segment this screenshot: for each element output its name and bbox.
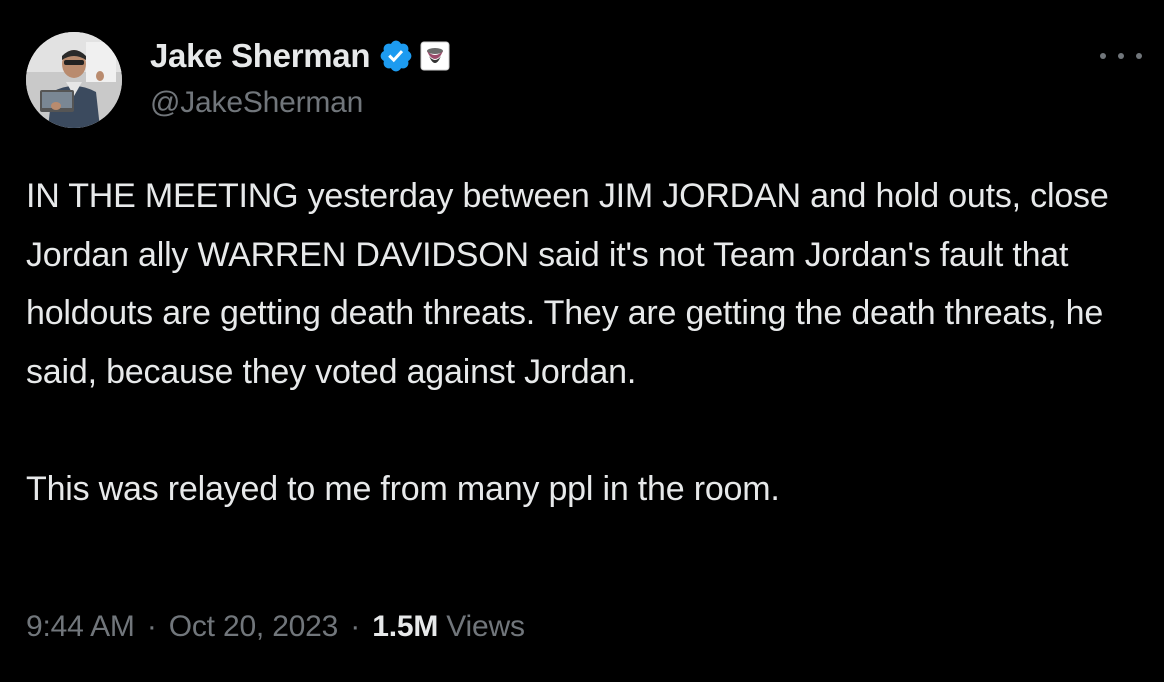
tweet-card: Jake Sherman @JakeSherman IN THE MEETING…	[0, 0, 1164, 682]
more-options-button[interactable]	[1100, 44, 1142, 68]
tweet-meta: 9:44 AM · Oct 20, 2023 · 1.5M Views	[26, 610, 525, 644]
affiliate-logo-icon[interactable]	[420, 41, 450, 71]
more-dot-icon	[1100, 53, 1106, 59]
tweet-header: Jake Sherman @JakeSherman	[150, 36, 450, 120]
name-row: Jake Sherman	[150, 36, 450, 76]
author-handle[interactable]: @JakeSherman	[150, 86, 450, 120]
more-dot-icon	[1136, 53, 1142, 59]
more-dot-icon	[1118, 53, 1124, 59]
tweet-text: IN THE MEETING yesterday between JIM JOR…	[26, 167, 1136, 518]
meta-separator: ·	[350, 610, 361, 643]
avatar[interactable]	[26, 32, 122, 128]
tweet-paragraph: IN THE MEETING yesterday between JIM JOR…	[26, 177, 1109, 391]
verified-check-icon	[378, 38, 414, 74]
avatar-photo	[26, 32, 122, 128]
display-name[interactable]: Jake Sherman	[150, 37, 371, 75]
meta-separator: ·	[146, 610, 157, 643]
views-label: Views	[446, 610, 525, 643]
views-count: 1.5M	[372, 610, 439, 643]
tweet-time[interactable]: 9:44 AM	[26, 610, 135, 643]
tweet-date[interactable]: Oct 20, 2023	[169, 610, 339, 643]
tweet-paragraph: This was relayed to me from many ppl in …	[26, 469, 780, 508]
